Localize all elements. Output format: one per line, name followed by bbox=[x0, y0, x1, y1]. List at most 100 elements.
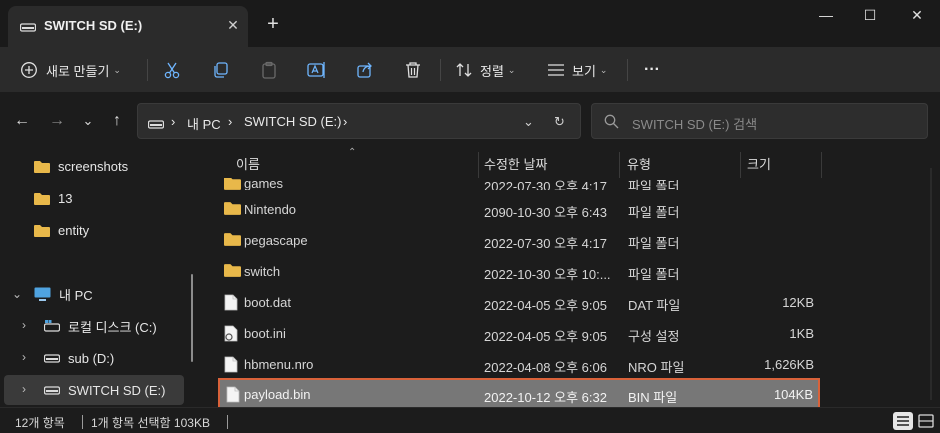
file-name: payload.bin bbox=[244, 387, 311, 402]
scissors-icon bbox=[163, 61, 181, 79]
address-dropdown-icon[interactable]: ⌄ bbox=[523, 114, 534, 130]
sidebar-item-13[interactable]: 13 bbox=[34, 184, 72, 212]
back-button[interactable]: ← bbox=[10, 110, 34, 134]
sidebar-item-my-pc[interactable]: 내 PC bbox=[34, 280, 93, 308]
file-modified: 2022-10-30 오후 10:... bbox=[484, 267, 611, 282]
table-row[interactable]: hbmenu.nro 2022-04-08 오후 6:06 NRO 파일 1,6… bbox=[216, 349, 822, 380]
chevron-right-icon[interactable]: › bbox=[22, 350, 26, 364]
status-divider bbox=[82, 415, 83, 429]
copy-icon bbox=[212, 61, 230, 79]
file-type: 파일 폴더 bbox=[628, 179, 680, 190]
title-bar: SWITCH SD (E:) ✕ + — ☐ ✕ bbox=[0, 0, 940, 47]
windows-drive-icon bbox=[44, 320, 60, 332]
column-divider[interactable] bbox=[478, 152, 479, 178]
column-header-modified[interactable]: 수정한 날짜 bbox=[484, 154, 547, 173]
sidebar-item-label: sub (D:) bbox=[68, 350, 115, 366]
chevron-down-icon[interactable]: ⌄ bbox=[12, 287, 22, 301]
column-header-size[interactable]: 크기 bbox=[747, 154, 771, 173]
share-icon bbox=[356, 61, 374, 79]
file-list-scrollbar[interactable] bbox=[930, 168, 932, 400]
paste-button[interactable] bbox=[260, 56, 278, 84]
sidebar-scrollbar[interactable] bbox=[191, 274, 193, 362]
more-icon: ··· bbox=[644, 61, 660, 78]
sort-button[interactable]: 정렬 ⌄ bbox=[455, 56, 515, 84]
table-row[interactable]: switch 2022-10-30 오후 10:... 파일 폴더 bbox=[216, 256, 822, 287]
view-button[interactable]: 보기 ⌄ bbox=[547, 56, 607, 84]
sidebar-item-local-disk-c[interactable]: 로컬 디스크 (C:) bbox=[44, 312, 157, 340]
up-button[interactable]: ↑ bbox=[105, 110, 129, 134]
rename-icon bbox=[307, 61, 327, 79]
file-size: 12KB bbox=[782, 295, 814, 310]
breadcrumb-switch-sd[interactable]: SWITCH SD (E:) bbox=[244, 114, 342, 129]
new-button-label: 새로 만들기 bbox=[46, 63, 110, 79]
sort-label: 정렬 bbox=[480, 63, 504, 79]
file-type: DAT 파일 bbox=[628, 298, 681, 313]
trash-icon bbox=[404, 61, 422, 79]
sidebar-item-switch-sd-e[interactable]: SWITCH SD (E:) bbox=[44, 376, 166, 404]
sidebar-item-label: SWITCH SD (E:) bbox=[68, 382, 166, 398]
close-tab-button[interactable]: ✕ bbox=[223, 15, 243, 35]
forward-button[interactable]: → bbox=[45, 110, 69, 134]
tab-title: SWITCH SD (E:) bbox=[44, 18, 143, 33]
folder-icon bbox=[34, 160, 50, 173]
file-modified: 2022-04-05 오후 9:05 bbox=[484, 329, 607, 344]
search-box[interactable]: SWITCH SD (E:) 검색 bbox=[591, 103, 928, 139]
file-type: 파일 폴더 bbox=[628, 267, 680, 282]
sidebar-item-label: 13 bbox=[58, 190, 73, 206]
drive-icon bbox=[44, 354, 60, 363]
column-divider[interactable] bbox=[619, 152, 620, 178]
copy-button[interactable] bbox=[212, 56, 230, 84]
file-type: 파일 폴더 bbox=[628, 236, 680, 251]
column-divider[interactable] bbox=[821, 152, 822, 178]
maximize-button[interactable]: ☐ bbox=[855, 4, 885, 26]
more-options-button[interactable]: ··· bbox=[644, 56, 660, 84]
chevron-right-icon[interactable]: › bbox=[22, 382, 26, 396]
file-name: pegascape bbox=[244, 233, 308, 248]
column-header-type[interactable]: 유형 bbox=[627, 154, 651, 173]
sidebar-item-label: entity bbox=[58, 222, 90, 238]
selection-info: 1개 항목 선택함 103KB bbox=[91, 416, 210, 430]
file-size: 1KB bbox=[789, 326, 814, 341]
sidebar-item-sub-d[interactable]: sub (D:) bbox=[44, 344, 114, 372]
refresh-icon[interactable]: ↻ bbox=[554, 114, 565, 130]
new-button[interactable]: 새로 만들기 ⌄ bbox=[20, 56, 121, 84]
sidebar-item-label: screenshots bbox=[58, 158, 129, 174]
minimize-button[interactable]: — bbox=[811, 4, 841, 26]
file-icon bbox=[224, 356, 238, 373]
breadcrumb-separator[interactable]: › bbox=[171, 114, 175, 129]
tab-switch-sd[interactable]: SWITCH SD (E:) ✕ bbox=[8, 6, 248, 47]
rename-button[interactable] bbox=[307, 56, 327, 84]
sort-ascending-icon: ⌃ bbox=[348, 147, 357, 158]
folder-icon bbox=[224, 264, 241, 277]
sidebar-item-screenshots[interactable]: screenshots bbox=[34, 152, 128, 180]
details-view-button[interactable] bbox=[893, 412, 913, 430]
view-label: 보기 bbox=[572, 63, 596, 79]
table-row[interactable]: boot.dat 2022-04-05 오후 9:05 DAT 파일 12KB bbox=[216, 287, 822, 318]
item-count: 12개 항목 bbox=[15, 416, 65, 430]
breadcrumb-separator[interactable]: › bbox=[343, 114, 347, 129]
new-tab-button[interactable]: + bbox=[262, 14, 284, 36]
table-row[interactable]: games 2022-07-30 오후 4:17 파일 폴더 bbox=[216, 178, 822, 190]
file-name: games bbox=[244, 178, 284, 190]
sidebar-item-entity[interactable]: entity bbox=[34, 216, 89, 244]
close-window-button[interactable]: ✕ bbox=[902, 4, 932, 26]
drive-icon bbox=[147, 117, 165, 132]
file-icon bbox=[226, 386, 240, 403]
breadcrumb-my-pc[interactable]: 내 PC bbox=[187, 114, 221, 133]
address-bar[interactable]: › 내 PC › SWITCH SD (E:) › ⌄ ↻ bbox=[137, 103, 581, 139]
table-row[interactable]: pegascape 2022-07-30 오후 4:17 파일 폴더 bbox=[216, 225, 822, 256]
file-type: NRO 파일 bbox=[628, 360, 685, 375]
drive-icon bbox=[44, 386, 60, 395]
column-divider[interactable] bbox=[740, 152, 741, 178]
command-bar: 새로 만들기 ⌄ 정렬 ⌄ 보기 ⌄ ··· bbox=[0, 47, 940, 93]
tiles-view-button[interactable] bbox=[916, 412, 936, 430]
chevron-right-icon[interactable]: › bbox=[22, 318, 26, 332]
table-row[interactable]: boot.ini 2022-04-05 오후 9:05 구성 설정 1KB bbox=[216, 318, 822, 349]
share-button[interactable] bbox=[356, 56, 374, 84]
recent-locations-button[interactable]: ⌄ bbox=[76, 110, 100, 134]
cut-button[interactable] bbox=[163, 56, 181, 84]
breadcrumb-separator[interactable]: › bbox=[228, 114, 232, 129]
column-header-name[interactable]: 이름 bbox=[236, 154, 260, 173]
delete-button[interactable] bbox=[404, 56, 422, 84]
table-row[interactable]: Nintendo 2090-10-30 오후 6:43 파일 폴더 bbox=[216, 194, 822, 225]
